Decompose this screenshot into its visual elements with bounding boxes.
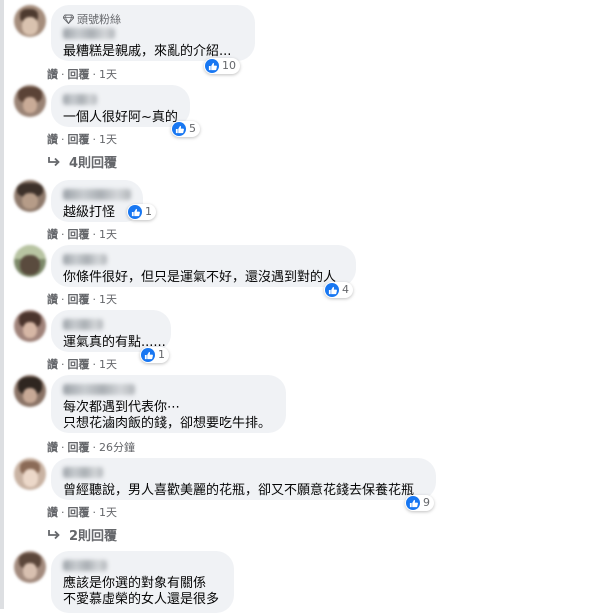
like-action[interactable]: 讚: [47, 439, 58, 455]
like-reaction-icon: [141, 348, 155, 362]
like-reaction-icon: [205, 59, 219, 73]
reaction-summary[interactable]: 4: [324, 282, 353, 298]
comment-actions: 讚 · 回覆 · 1天: [47, 131, 117, 147]
comment-timestamp[interactable]: 1天: [99, 291, 117, 307]
like-reaction-icon: [406, 496, 420, 510]
replies-count-label: 4則回覆: [69, 156, 118, 171]
comment-timestamp[interactable]: 1天: [99, 226, 117, 242]
reply-action[interactable]: 回覆: [68, 131, 90, 147]
like-reaction-icon: [325, 283, 339, 297]
comment-actions: 讚 · 回覆 · 1天: [47, 66, 117, 82]
comment-bubble: 一個人很好阿~真的: [51, 85, 190, 127]
avatar[interactable]: [14, 458, 46, 490]
comment-actions: 讚 · 回覆 · 26分鐘: [47, 439, 135, 455]
commenter-name-blurred[interactable]: [63, 254, 107, 265]
like-action[interactable]: 讚: [47, 504, 58, 520]
reply-action[interactable]: 回覆: [68, 439, 90, 455]
view-replies-link[interactable]: 4則回覆: [47, 152, 117, 171]
commenter-name-blurred[interactable]: [63, 94, 97, 105]
reaction-count: 1: [158, 348, 165, 361]
avatar[interactable]: [14, 245, 46, 277]
diamond-icon: [63, 14, 74, 24]
comment-bubble: 你條件很好，但只是運氣不好，還沒遇到對的人: [51, 245, 356, 287]
comment-timestamp[interactable]: 1天: [99, 504, 117, 520]
avatar[interactable]: [14, 85, 46, 117]
comment-timestamp[interactable]: 1天: [99, 356, 117, 372]
commenter-name-blurred[interactable]: [63, 319, 103, 330]
reply-action[interactable]: 回覆: [68, 504, 90, 520]
commenter-name-blurred[interactable]: [63, 28, 115, 39]
like-action[interactable]: 讚: [47, 226, 58, 242]
comment-timestamp[interactable]: 1天: [99, 131, 117, 147]
comment-timestamp[interactable]: 26分鐘: [99, 439, 135, 455]
comment-bubble: 每次都遇到代表你⋯ 只想花滷肉飯的錢，卻想要吃牛排。: [51, 375, 286, 433]
thread-indent-line: [0, 0, 4, 609]
comment-text: 你條件很好，但只是運氣不好，還沒遇到對的人: [63, 270, 337, 285]
avatar[interactable]: [14, 375, 46, 407]
reaction-count: 1: [145, 205, 152, 218]
reply-action[interactable]: 回覆: [68, 356, 90, 372]
reaction-count: 5: [189, 122, 196, 135]
like-reaction-icon: [128, 205, 142, 219]
comment-timestamp[interactable]: 1天: [99, 66, 117, 82]
comment-bubble: 應該是你選的對象有關係 不愛慕虛榮的女人還是很多: [51, 551, 234, 613]
badge-label: 頭號粉絲: [77, 12, 121, 26]
comment-text: 一個人很好阿~真的: [63, 110, 178, 125]
comment-text-line-1: 每次都遇到代表你⋯: [63, 400, 181, 415]
like-reaction-icon: [172, 122, 186, 136]
comment-text-line-1: 應該是你選的對象有關係: [63, 576, 207, 591]
reaction-summary[interactable]: 1: [127, 204, 156, 220]
avatar[interactable]: [14, 310, 46, 342]
comment-actions: 讚 · 回覆 · 1天: [47, 504, 117, 520]
like-action[interactable]: 讚: [47, 291, 58, 307]
comment-text-line-2: 不愛慕虛榮的女人還是很多: [63, 592, 220, 607]
reply-arrow-icon: [48, 156, 60, 166]
reaction-summary[interactable]: 10: [204, 58, 240, 74]
comment-bubble: 頭號粉絲 最糟糕是親戚，來亂的介紹...: [51, 5, 255, 61]
reaction-count: 10: [222, 59, 236, 72]
like-action[interactable]: 讚: [47, 131, 58, 147]
avatar[interactable]: [14, 551, 46, 583]
reply-action[interactable]: 回覆: [68, 291, 90, 307]
commenter-name-blurred[interactable]: [63, 560, 107, 571]
like-action[interactable]: 讚: [47, 356, 58, 372]
reaction-summary[interactable]: 9: [405, 495, 434, 511]
comment-actions: 讚 · 回覆 · 1天: [47, 291, 117, 307]
avatar[interactable]: [14, 5, 46, 37]
comment-actions: 讚 · 回覆 · 1天: [47, 226, 117, 242]
top-fan-badge[interactable]: 頭號粉絲: [63, 12, 243, 26]
comment-text: 越級打怪: [63, 205, 116, 220]
reaction-summary[interactable]: 1: [140, 347, 169, 363]
reply-action[interactable]: 回覆: [68, 66, 90, 82]
reaction-count: 4: [342, 283, 349, 296]
avatar[interactable]: [14, 180, 46, 212]
commenter-name-blurred[interactable]: [63, 189, 131, 200]
commenter-name-blurred[interactable]: [63, 384, 135, 395]
comment-text: 曾經聽說，男人喜歡美麗的花瓶，卻又不願意花錢去保養花瓶: [63, 483, 415, 498]
like-action[interactable]: 讚: [47, 66, 58, 82]
reaction-summary[interactable]: 5: [171, 121, 200, 137]
commenter-name-blurred[interactable]: [63, 467, 103, 478]
reply-arrow-icon: [48, 529, 60, 539]
comment-text-line-2: 只想花滷肉飯的錢，卻想要吃牛排。: [63, 416, 272, 431]
replies-count-label: 2則回覆: [69, 529, 118, 544]
view-replies-link[interactable]: 2則回覆: [47, 525, 117, 544]
comment-bubble: 曾經聽說，男人喜歡美麗的花瓶，卻又不願意花錢去保養花瓶: [51, 458, 436, 500]
comment-bubble: 運氣真的有點......: [51, 310, 171, 352]
comment-actions: 讚 · 回覆 · 1天: [47, 356, 117, 372]
reply-action[interactable]: 回覆: [68, 226, 90, 242]
reaction-count: 9: [423, 496, 430, 509]
